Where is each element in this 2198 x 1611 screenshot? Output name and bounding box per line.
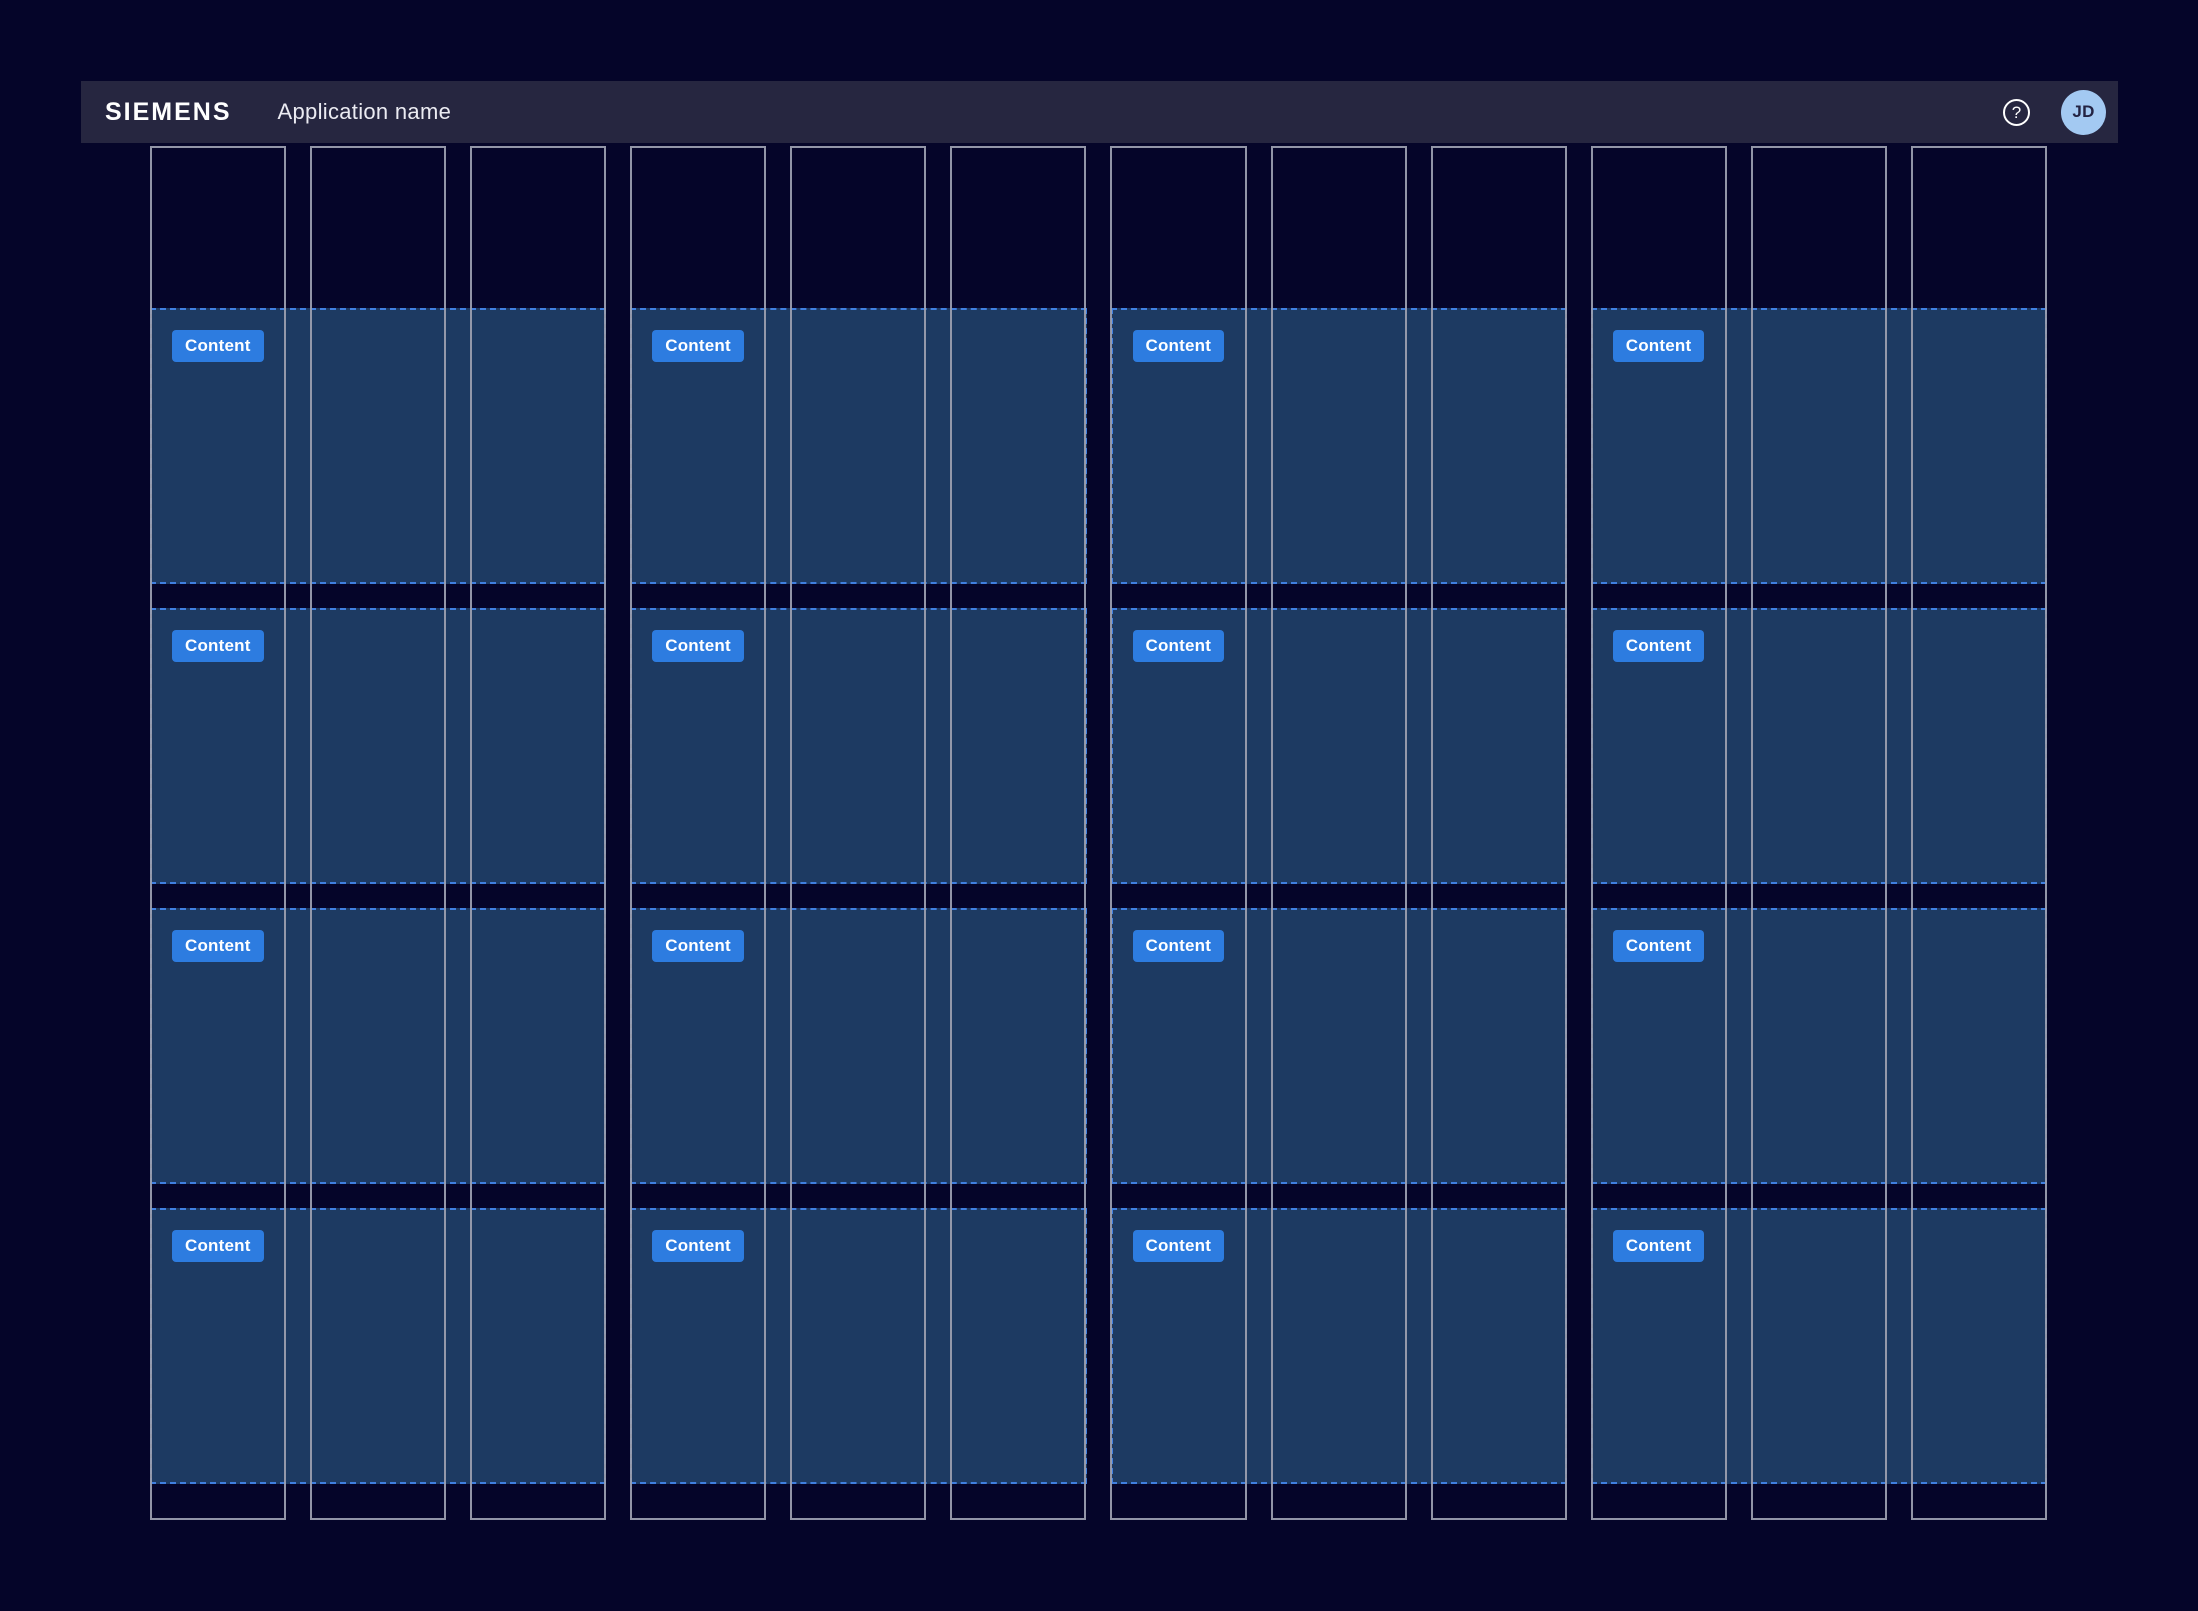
content-block: Content [1111,908,1567,1184]
content-block: Content [1111,608,1567,884]
content-block: Content [150,1208,606,1484]
content-badge: Content [652,930,744,962]
content-block: Content [630,308,1086,584]
content-badge: Content [652,630,744,662]
content-badge: Content [652,330,744,362]
content-badge: Content [1133,330,1225,362]
content-badge: Content [172,330,264,362]
content-badge: Content [1613,330,1705,362]
content-block: Content [1591,608,2047,884]
app-header: SIEMENS Application name ? JD [81,81,2118,143]
avatar-initials: JD [2072,102,2094,122]
content-block: Content [1111,308,1567,584]
content-block: Content [1591,1208,2047,1484]
content-block: Content [1591,908,2047,1184]
content-badge: Content [1613,1230,1705,1262]
content-block: Content [150,308,606,584]
layout-grid: Content Content Content Content Content … [150,146,2047,1520]
content-badge: Content [1133,930,1225,962]
content-block: Content [150,908,606,1184]
avatar[interactable]: JD [2061,90,2106,135]
siemens-logo: SIEMENS [105,100,232,125]
content-badge: Content [172,1230,264,1262]
help-icon-glyph: ? [2012,104,2021,121]
content-badge: Content [1133,1230,1225,1262]
content-badge: Content [172,930,264,962]
content-block: Content [630,608,1086,884]
content-badge: Content [652,1230,744,1262]
content-block: Content [630,1208,1086,1484]
content-block: Content [150,608,606,884]
content-block: Content [1591,308,2047,584]
content-badge: Content [1613,630,1705,662]
content-badge: Content [172,630,264,662]
content-layer: Content Content Content Content Content … [150,146,2047,1520]
content-badge: Content [1613,930,1705,962]
help-icon[interactable]: ? [2003,99,2030,126]
content-badge: Content [1133,630,1225,662]
application-name: Application name [278,99,452,125]
content-block: Content [1111,1208,1567,1484]
content-block: Content [630,908,1086,1184]
